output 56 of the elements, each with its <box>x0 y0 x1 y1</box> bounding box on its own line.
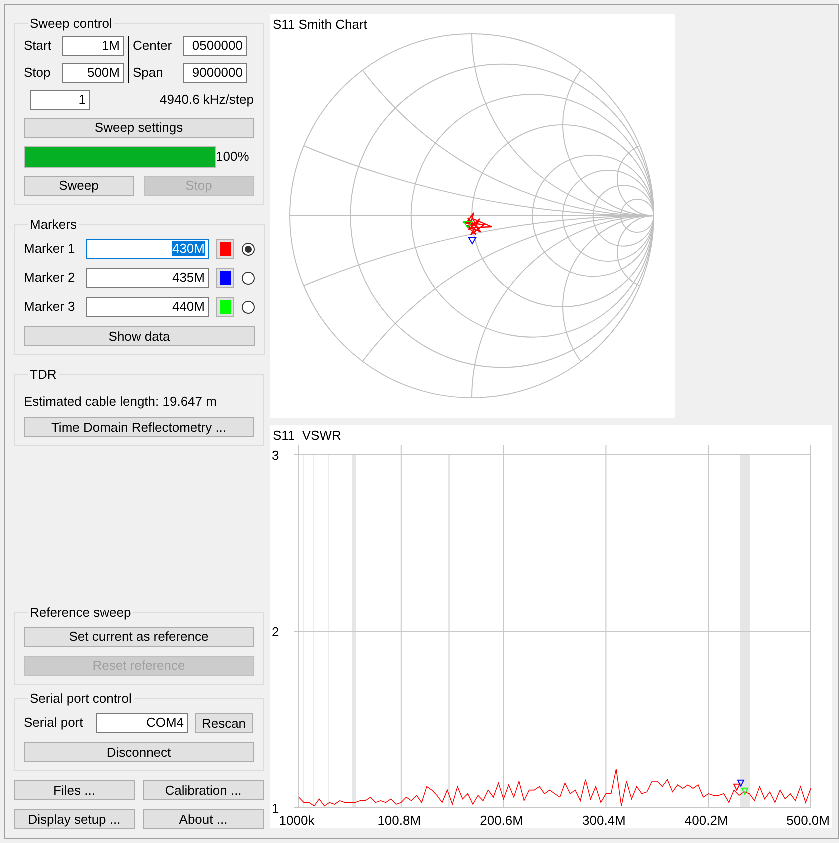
field-label: Span <box>133 64 164 82</box>
span-field[interactable]: 9000000 <box>183 62 247 82</box>
radio-button[interactable] <box>242 242 255 256</box>
menu-button[interactable]: Files ... <box>14 780 135 800</box>
radio-button[interactable] <box>242 300 255 314</box>
group-title: Reference sweep <box>29 604 132 622</box>
y-tick-label: 3 <box>272 448 280 463</box>
marker-color-button[interactable] <box>216 268 234 288</box>
center-field[interactable]: 0500000 <box>183 36 247 56</box>
marker-icon <box>468 238 477 245</box>
y-tick-label: 1 <box>272 801 280 816</box>
rescan-button[interactable]: Rescan <box>195 713 253 733</box>
cable-length-text: Estimated cable length: 19.647 m <box>24 392 218 411</box>
marker-frequency-field[interactable]: 435M <box>86 268 209 288</box>
group-title: Markers <box>29 216 78 234</box>
menu-button[interactable]: Calibration ... <box>143 780 264 800</box>
menu-button[interactable]: About ... <box>143 809 264 829</box>
y-tick-label: 2 <box>272 624 280 640</box>
x-tick-label: 400.2M <box>684 813 728 828</box>
disconnect-button[interactable]: Disconnect <box>24 742 254 762</box>
set-reference-button[interactable]: Set current as reference <box>24 626 254 646</box>
marker-color-button[interactable] <box>216 239 234 259</box>
marker-color-button[interactable] <box>216 297 234 317</box>
x-tick-label: 200.6M <box>480 813 524 828</box>
marker-label: Marker 2 <box>24 269 76 288</box>
marker-label: Marker 1 <box>24 240 76 258</box>
x-tick-label: 500.0M <box>786 813 830 828</box>
x-tick-label: 300.4M <box>582 813 626 828</box>
start-field[interactable]: 1M <box>62 36 124 56</box>
radio-button[interactable] <box>242 272 255 284</box>
show-data-button[interactable]: Show data <box>24 326 255 346</box>
sweep-button[interactable]: Sweep <box>24 176 134 196</box>
step-label: 4940.6 kHz/step <box>160 90 254 109</box>
group-title: Serial port control <box>29 690 133 708</box>
tdr-button[interactable]: Time Domain Reflectometry ... <box>24 417 254 437</box>
trace-cluster <box>462 212 493 236</box>
x-tick-label: 100.8M <box>378 813 422 828</box>
field-label: Center <box>133 36 174 55</box>
stop-field[interactable]: 500M <box>62 62 124 82</box>
marker-frequency-field[interactable]: 440M <box>86 297 209 317</box>
chart-title: S11 Smith Chart <box>272 16 368 32</box>
group-title: Sweep control <box>29 15 114 33</box>
sweep-settings-button[interactable]: Sweep settings <box>24 118 254 138</box>
segments-field[interactable]: 1 <box>30 90 90 110</box>
serial-port-field[interactable]: COM4 <box>96 713 188 733</box>
x-tick-label: 1000k <box>279 813 315 828</box>
menu-button[interactable]: Display setup ... <box>14 809 135 829</box>
field-label: Stop <box>24 64 52 82</box>
marker-label: Marker 3 <box>24 298 76 316</box>
chart-title: S11 VSWR <box>272 427 342 443</box>
group-title: TDR <box>29 366 58 384</box>
field-label: Serial port <box>24 714 84 732</box>
field-label: Start <box>24 36 52 55</box>
marker-frequency-field[interactable]: 430M <box>86 239 209 259</box>
marker-icon <box>463 222 473 229</box>
progress-reading: 100% <box>216 148 250 166</box>
